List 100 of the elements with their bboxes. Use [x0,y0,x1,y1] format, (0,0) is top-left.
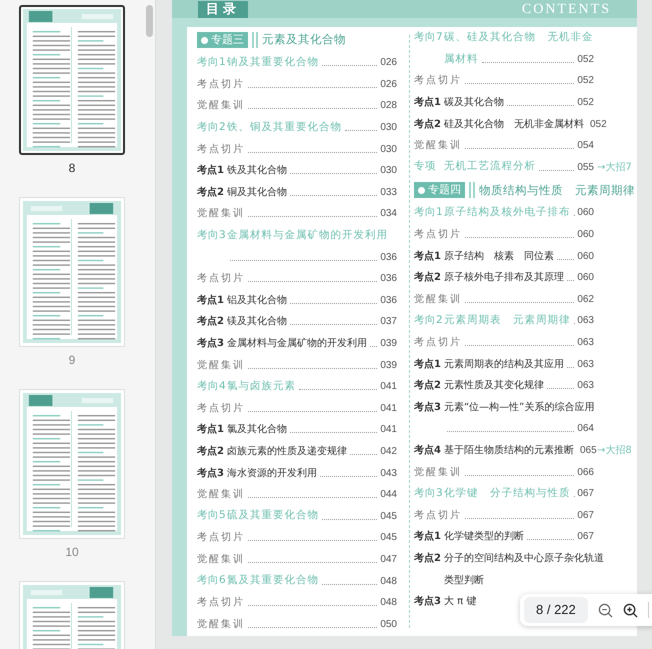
topic-badge: 专题四 [414,182,465,198]
page-number: 064 [577,422,594,436]
page-number: 066 [577,466,594,480]
entry-title[interactable]: 分子的空间结构及中心原子杂化轨道 [444,550,604,566]
entry-title[interactable]: 元素“位—构—性”关系的综合应用 [444,400,594,415]
section-title[interactable]: 觉醒集训 [197,98,245,114]
page-number: 041 [380,380,397,394]
section-title[interactable]: 觉醒集训 [197,358,245,373]
section-title[interactable]: 考点切片 [197,142,245,157]
entry-title[interactable]: 大 π 键 [444,594,476,610]
section-title[interactable]: 觉醒集训 [414,138,462,154]
scrollbar-thumb[interactable] [146,5,153,37]
entry-label: 考点2 [197,186,225,200]
entry-title[interactable]: 化学键类型的判断 [444,529,524,544]
page-heading: 目录 [198,1,248,18]
section-title[interactable]: 考点切片 [197,271,245,286]
section-title[interactable]: 觉醒集训 [414,464,462,480]
section-title[interactable]: 觉醒集训 [197,616,245,632]
divider-bars-icon [252,32,258,48]
entry-label: 专项 [414,159,437,174]
section-title[interactable]: 考点切片 [414,227,462,242]
section-title[interactable]: 考点切片 [197,76,245,92]
entry-label: 考点3 [414,400,442,415]
cross-reference: →大招7 [597,160,632,175]
page-number: 026 [380,78,397,92]
entry-title[interactable]: 铜及其化合物 [227,184,287,200]
page-number: 037 [380,315,397,330]
entry-title[interactable]: 铁及其化合物 [227,163,287,178]
page-label: 9 [68,352,76,369]
page-number: 067 [577,508,594,523]
page-number: 047 [380,552,397,567]
section-title[interactable]: 觉醒集训 [197,552,245,567]
page-number: 028 [380,99,397,114]
zoom-in-icon[interactable] [622,602,638,618]
page-number: 044 [380,488,397,502]
entry-title[interactable]: 金属材料与金属矿物的开发利用 [227,336,367,352]
page-number: 048 [380,596,397,610]
entry-title[interactable]: 硅及其化合物 无机非金属材料 [444,116,584,132]
entry-label: 考点1 [197,164,225,178]
entry-label: 考向2 [414,313,444,328]
section-title[interactable]: 考点切片 [414,508,462,523]
entry-title[interactable]: 卤族元素的性质及递变规律 [227,444,347,459]
page-number: 036 [380,294,397,308]
section-title[interactable]: 考点切片 [197,400,245,416]
page-number: 052 [577,52,594,67]
entry-label: 考向3 [197,228,227,243]
section-title[interactable]: 考点切片 [414,335,462,350]
section-title[interactable]: 考点切片 [414,73,462,88]
entry-label: 考向7 [414,30,444,45]
cross-reference: →大招8 [597,444,632,458]
entry-title[interactable]: 镁及其化合物 [227,314,287,330]
page-number: 048 [380,574,397,589]
entry-title-continued: 类型判断 [444,574,484,588]
page-counter[interactable]: 8 / 222 [524,597,588,623]
section-title[interactable]: 觉醒集训 [197,206,245,222]
section-title[interactable]: 觉醒集训 [197,487,245,502]
page-number: 055 [577,160,594,175]
entry-label: 考点1 [197,294,225,308]
topic-badge: 专题三 [197,32,248,48]
section-title[interactable]: 觉醒集训 [414,292,462,307]
entry-title[interactable]: 基于陌生物质结构的元素推断 [444,442,574,458]
entry-title[interactable]: 海水资源的开发利用 [227,466,317,481]
entry-label: 考点2 [414,118,442,132]
page-number: 043 [380,466,397,481]
page-number: 050 [380,618,397,632]
page-number: 063 [577,379,594,394]
page-number: 060 [577,250,594,264]
page-number: 062 [577,292,594,307]
entry-title[interactable]: 元素性质及其变化规律 [444,378,544,394]
entry-label: 考向1 [197,54,227,70]
topic-title: 物质结构与性质 元素周期律 [479,182,635,199]
entry-label: 考向6 [197,573,227,588]
entry-title[interactable]: 铝及其化合物 [227,292,287,308]
entry-title[interactable]: 原子核外电子排布及其原理 [444,270,564,286]
entry-title[interactable]: 碳及其化合物 [444,95,504,110]
entry-label: 考向2 [197,120,227,135]
page-number: 036 [380,272,397,286]
entry-label: 考点2 [197,444,225,459]
section-title[interactable]: 考点切片 [197,595,245,610]
page-number: 036 [380,250,397,265]
entry-title[interactable]: 原子结构 核素 同位素 [444,248,554,264]
page-number: 039 [380,337,397,352]
page-number: 067 [577,487,594,502]
divider-bars-icon [469,182,475,198]
zoom-out-icon[interactable] [598,602,613,618]
page-number: 030 [380,142,397,157]
page-number: 034 [380,207,397,222]
page-thumbnail[interactable] [19,5,125,155]
page-number: 054 [577,139,594,154]
section-title[interactable]: 考点切片 [197,530,245,546]
page-number: 060 [577,228,594,242]
entry-label: 考点3 [414,594,442,610]
entry-label: 考点4 [414,444,442,458]
page-number: 052 [577,96,594,110]
entry-title[interactable]: 元素周期表的结构及其应用 [444,356,564,372]
page-number: 060 [577,271,594,286]
page-number: 060 [577,206,594,220]
entry-label: 考点1 [414,96,442,110]
entry-title[interactable]: 氯及其化合物 [227,422,287,438]
entry-label: 考向1 [414,205,444,220]
